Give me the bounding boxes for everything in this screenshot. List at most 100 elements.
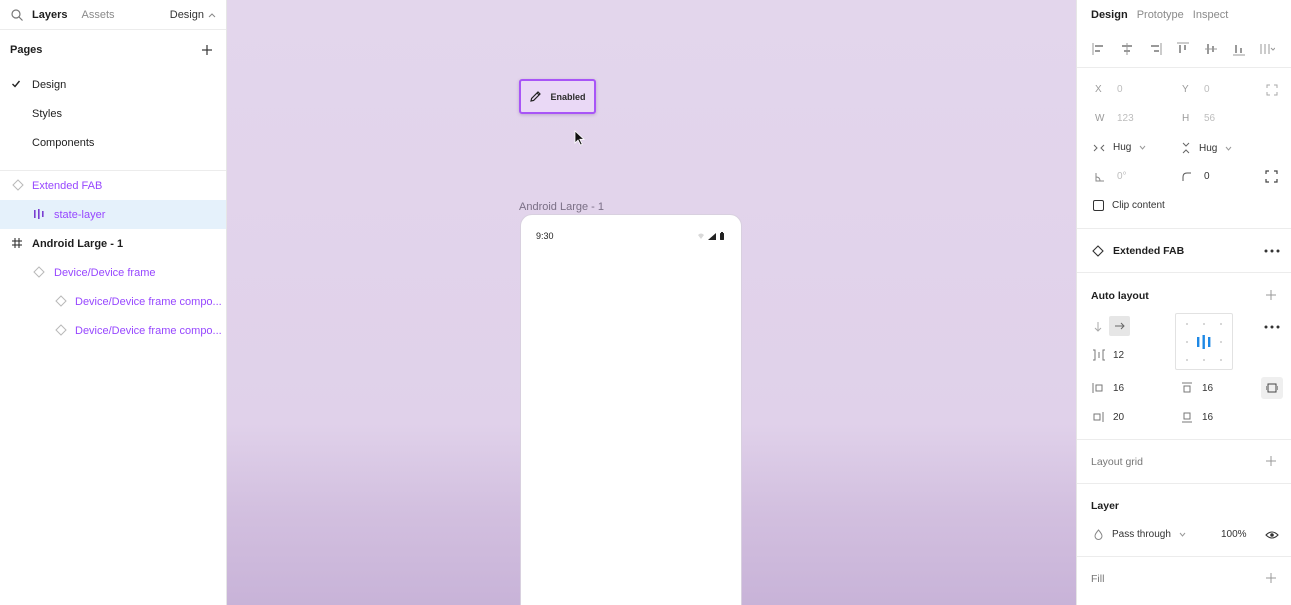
blend-mode-dropdown[interactable]: Pass through	[1093, 529, 1186, 540]
independent-corners-icon[interactable]	[1265, 170, 1278, 183]
rotation-field[interactable]: 0°	[1095, 171, 1127, 182]
pad-top-value[interactable]: 16	[1202, 383, 1213, 394]
design-canvas[interactable]: Enabled Android Large - 1 9:30	[227, 0, 1076, 605]
pad-left-value[interactable]: 16	[1113, 383, 1124, 394]
eye-icon[interactable]	[1265, 530, 1279, 540]
rotation-value[interactable]: 0°	[1117, 171, 1127, 182]
frame-name-label[interactable]: Android Large - 1	[519, 201, 604, 213]
constraints-icon[interactable]	[1266, 84, 1278, 96]
clip-content-label: Clip content	[1112, 200, 1165, 211]
y-field[interactable]: Y 0	[1182, 84, 1210, 95]
frame-hash-icon	[12, 238, 22, 248]
pad-bottom-value[interactable]: 16	[1202, 412, 1213, 423]
align-horizontal-center-icon[interactable]	[1119, 41, 1135, 57]
tab-assets[interactable]: Assets	[81, 9, 114, 21]
padding-right-field[interactable]: 20	[1092, 411, 1124, 423]
more-options-icon[interactable]	[1264, 249, 1280, 253]
chevron-down-icon	[1179, 532, 1186, 537]
android-frame[interactable]: 9:30	[520, 214, 742, 605]
padding-bottom-field[interactable]: 16	[1181, 411, 1213, 423]
align-right-icon[interactable]	[1147, 41, 1163, 57]
w-value[interactable]: 123	[1117, 113, 1134, 124]
add-auto-layout-plus-icon[interactable]	[1265, 289, 1277, 301]
direction-horizontal-button[interactable]	[1109, 316, 1130, 336]
layer-label: Android Large - 1	[32, 237, 124, 250]
add-page-plus-icon[interactable]	[200, 43, 214, 57]
rotation-icon	[1095, 172, 1104, 181]
independent-padding-icon	[1266, 383, 1278, 393]
opacity-value[interactable]: 100%	[1221, 529, 1247, 540]
component-instance-icon	[55, 295, 67, 307]
layer-section: Layer Pass through 100%	[1077, 483, 1291, 556]
page-item-design[interactable]: Design	[0, 70, 226, 99]
status-bar-time: 9:30	[536, 231, 554, 241]
align-bottom-icon[interactable]	[1231, 41, 1247, 57]
arrow-down-icon[interactable]	[1093, 321, 1103, 333]
alignment-toolbar	[1077, 30, 1291, 68]
page-switcher-label: Design	[169, 8, 204, 21]
component-name[interactable]: Extended FAB	[1113, 245, 1184, 257]
layer-extended-fab[interactable]: Extended FAB	[0, 171, 226, 200]
chevron-down-icon	[1139, 145, 1146, 150]
h-value[interactable]: 56	[1204, 113, 1215, 124]
tab-inspect[interactable]: Inspect	[1193, 9, 1228, 21]
width-field[interactable]: W 123	[1095, 113, 1134, 124]
check-icon	[12, 80, 21, 88]
distribute-icon[interactable]	[1259, 41, 1275, 57]
independent-padding-button[interactable]	[1261, 377, 1283, 399]
layer-android-large-1[interactable]: Android Large - 1	[0, 229, 226, 258]
pad-right-value[interactable]: 20	[1113, 412, 1124, 423]
clip-content-checkbox[interactable]: Clip content	[1093, 200, 1165, 211]
page-item-styles[interactable]: Styles	[0, 99, 226, 128]
blend-mode-drop-icon	[1094, 529, 1103, 540]
chevron-up-icon	[208, 12, 216, 17]
pencil-icon	[530, 91, 542, 102]
radius-value[interactable]: 0	[1204, 171, 1210, 182]
alignment-grid[interactable]	[1175, 313, 1233, 370]
padding-left-field[interactable]: 16	[1092, 382, 1124, 394]
properties-panel: Design Prototype Inspect X 0 Y 0 W 123 H…	[1076, 0, 1291, 605]
y-value[interactable]: 0	[1204, 84, 1210, 95]
layout-grid-title: Layout grid	[1091, 456, 1143, 468]
auto-layout-options-icon[interactable]	[1264, 325, 1280, 329]
tab-layers[interactable]: Layers	[32, 9, 67, 21]
x-value[interactable]: 0	[1117, 84, 1123, 95]
extended-fab-component[interactable]: Enabled	[519, 79, 596, 114]
add-layout-grid-plus-icon[interactable]	[1265, 455, 1277, 467]
component-section: Extended FAB	[1077, 228, 1291, 272]
gap-value[interactable]: 12	[1113, 350, 1124, 361]
horizontal-resize-icon	[1093, 144, 1105, 151]
pages-title: Pages	[10, 44, 43, 56]
corner-radius-field[interactable]: 0	[1182, 171, 1210, 182]
align-top-icon[interactable]	[1175, 41, 1191, 57]
height-sizing-dropdown[interactable]: Hug	[1181, 142, 1232, 154]
width-sizing-dropdown[interactable]: Hug	[1093, 142, 1146, 153]
padding-top-field[interactable]: 16	[1181, 382, 1213, 394]
search-icon[interactable]	[10, 8, 24, 22]
alignment-grid-dots	[1186, 323, 1222, 361]
x-field[interactable]: X 0	[1095, 84, 1123, 95]
layout-grid-section: Layout grid	[1077, 439, 1291, 483]
fill-section: Fill	[1077, 556, 1291, 605]
layer-title: Layer	[1091, 500, 1120, 512]
add-fill-plus-icon[interactable]	[1265, 572, 1277, 584]
padding-right-icon	[1093, 412, 1104, 422]
layer-device-frame-component[interactable]: Device/Device frame compo...	[0, 316, 226, 345]
align-vertical-center-icon[interactable]	[1203, 41, 1219, 57]
align-left-icon[interactable]	[1091, 41, 1107, 57]
pages-header: Pages	[0, 30, 226, 70]
w-sizing-value: Hug	[1113, 142, 1132, 153]
layer-device-frame-component[interactable]: Device/Device frame compo...	[0, 287, 226, 316]
page-switcher[interactable]: Design	[170, 9, 216, 21]
padding-top-icon	[1182, 382, 1192, 393]
tab-prototype[interactable]: Prototype	[1137, 9, 1184, 21]
height-field[interactable]: H 56	[1182, 113, 1215, 124]
page-item-components[interactable]: Components	[0, 128, 226, 157]
spacing-between-icon	[1093, 349, 1105, 361]
checkbox[interactable]	[1093, 200, 1104, 211]
page-item-label: Components	[32, 136, 95, 149]
tab-design[interactable]: Design	[1091, 9, 1128, 21]
item-spacing-field[interactable]: 12	[1092, 349, 1124, 361]
layer-device-frame[interactable]: Device/Device frame	[0, 258, 226, 287]
layer-state-layer[interactable]: state-layer	[0, 200, 226, 229]
